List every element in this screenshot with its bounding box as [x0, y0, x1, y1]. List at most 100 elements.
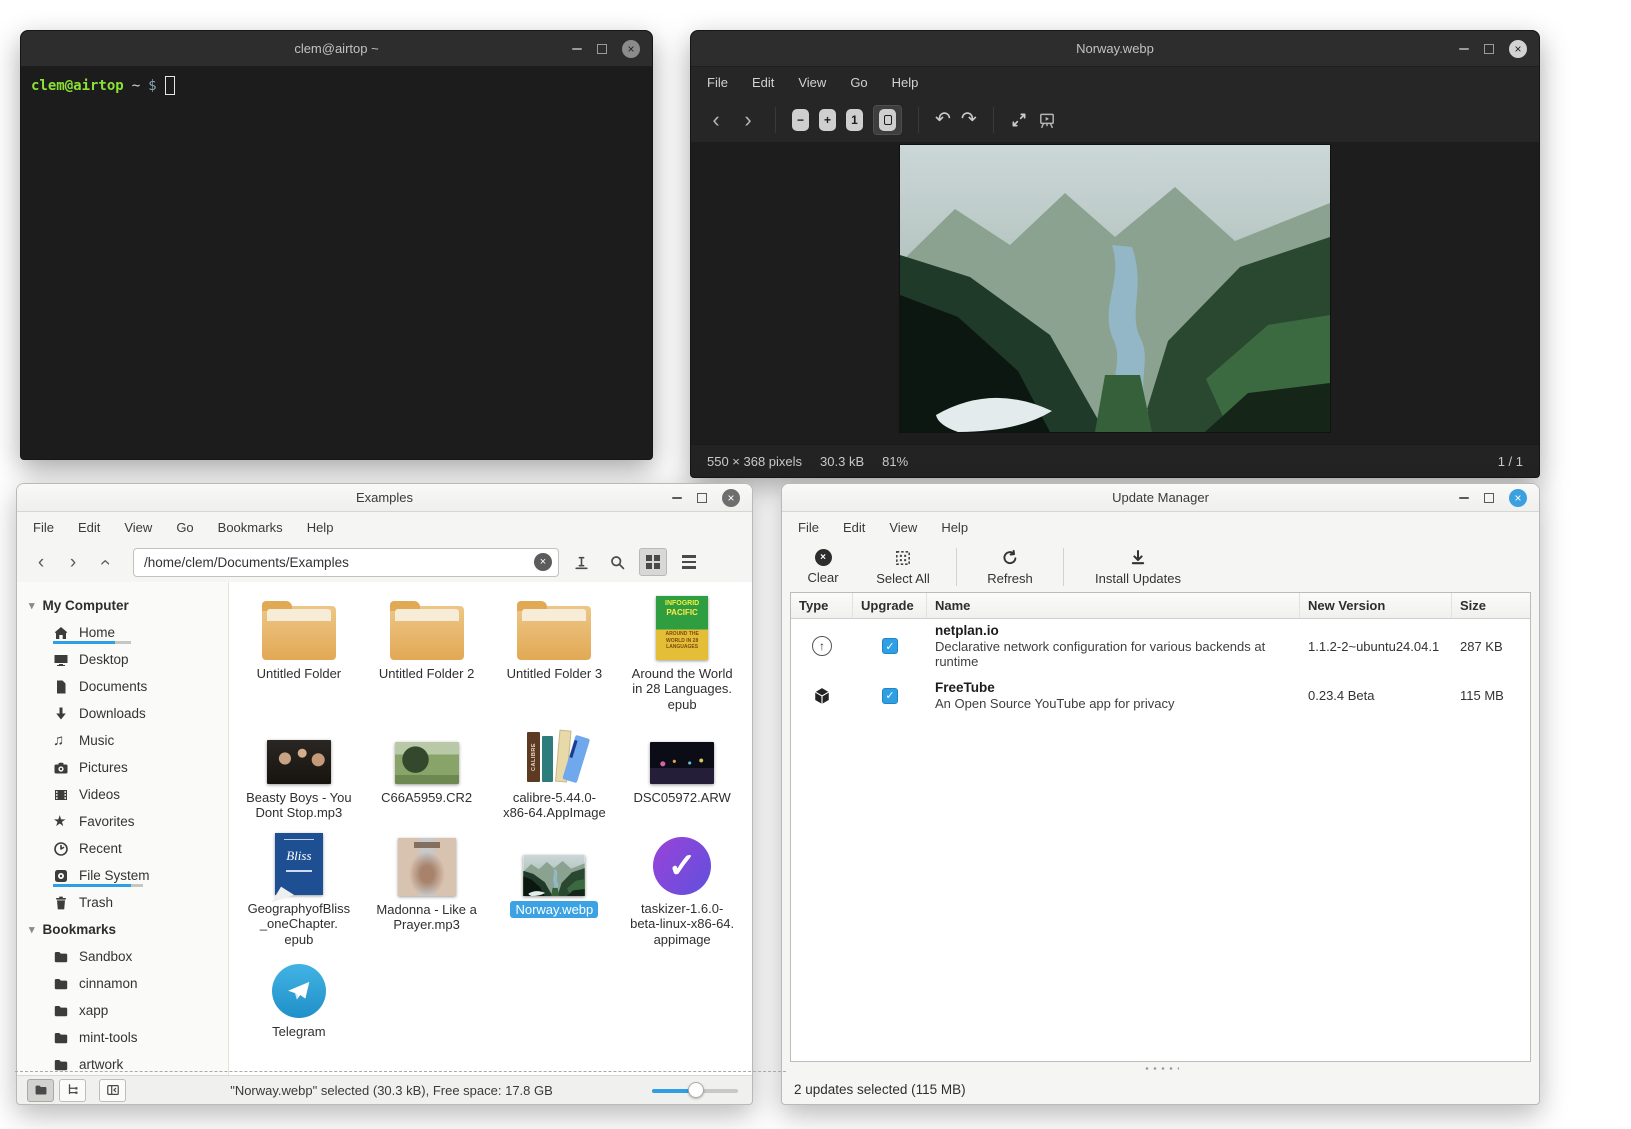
menu-view[interactable]: View [798, 75, 826, 90]
column-new-version[interactable]: New Version [1300, 593, 1452, 618]
menu-go[interactable]: Go [850, 75, 867, 90]
collapse-arrow-icon[interactable]: ▾ [29, 923, 35, 936]
close-button[interactable]: × [622, 40, 640, 58]
minimize-button[interactable] [1459, 48, 1469, 50]
upgrade-checkbox[interactable]: ✓ [882, 688, 898, 704]
sidebar-item-desktop[interactable]: Desktop [17, 646, 228, 673]
menu-file[interactable]: File [707, 75, 728, 90]
sidebar-item-cinnamon[interactable]: cinnamon [17, 970, 228, 997]
menu-file[interactable]: File [798, 520, 819, 535]
updates-titlebar[interactable]: Update Manager × [782, 484, 1539, 512]
up-button[interactable]: › [96, 550, 115, 574]
close-button[interactable]: × [1509, 40, 1527, 58]
maximize-button[interactable] [1484, 493, 1494, 503]
install-updates-button[interactable]: Install Updates [1090, 549, 1186, 586]
clear-location-icon[interactable]: × [534, 553, 552, 571]
zoom-in-button[interactable]: + [819, 109, 836, 131]
best-fit-button[interactable] [873, 105, 902, 135]
column-name[interactable]: Name [927, 593, 1300, 618]
file-item-c66a5959-cr2[interactable]: C66A5959.CR2 [363, 714, 491, 826]
minimize-button[interactable] [572, 48, 582, 50]
menu-edit[interactable]: Edit [752, 75, 774, 90]
zoom-slider[interactable] [652, 1082, 738, 1098]
file-item-calibre-appimage[interactable]: CALIBRE calibre-5.44.0- x86-64.AppImage [491, 714, 619, 826]
update-row-netplan[interactable]: ↑ ✓ netplan.io Declarative network confi… [791, 619, 1530, 673]
sidebar-item-home[interactable]: Home [17, 619, 228, 646]
menu-help[interactable]: Help [892, 75, 919, 90]
menu-edit[interactable]: Edit [78, 520, 100, 535]
sidebar-item-favorites[interactable]: ★ Favorites [17, 808, 228, 835]
rotate-right-button[interactable]: ↷ [961, 110, 977, 129]
list-view-button[interactable] [675, 548, 703, 576]
pane-resize-handle[interactable] [782, 1062, 1539, 1074]
sidebar-item-recent[interactable]: Recent [17, 835, 228, 862]
terminal-titlebar[interactable]: clem@airtop ~ × [21, 31, 652, 67]
menu-go[interactable]: Go [176, 520, 193, 535]
column-upgrade[interactable]: Upgrade [853, 593, 927, 618]
zoom-out-button[interactable]: − [792, 109, 809, 131]
maximize-button[interactable] [1484, 44, 1494, 54]
minimize-button[interactable] [672, 497, 682, 499]
file-item-taskizer-appimage[interactable]: ✓ taskizer-1.6.0- beta-linux-x86-64. app… [618, 826, 746, 948]
file-item-beasty-boys-mp3[interactable]: Beasty Boys - You Dont Stop.mp3 [235, 714, 363, 826]
sidebar-item-music[interactable]: ♫ Music [17, 727, 228, 754]
file-item-around-the-world-epub[interactable]: INFOGRID PACIFIC AROUND THE WORLD IN 28 … [618, 590, 746, 714]
collapse-arrow-icon[interactable]: ▾ [29, 599, 35, 612]
rotate-left-button[interactable]: ↶ [935, 110, 951, 129]
search-button[interactable] [603, 548, 631, 576]
menu-file[interactable]: File [33, 520, 54, 535]
select-all-button[interactable]: Select All [876, 549, 930, 586]
file-item-telegram[interactable]: Telegram [235, 948, 363, 1075]
sidebar-section-bookmarks[interactable]: ▾ Bookmarks [17, 916, 228, 943]
upgrade-checkbox[interactable]: ✓ [882, 638, 898, 654]
location-input[interactable] [133, 548, 559, 577]
back-button[interactable]: ‹ [29, 553, 53, 572]
hide-sidebar-button[interactable] [99, 1079, 126, 1102]
sidebar-item-file-system[interactable]: File System [17, 862, 228, 889]
file-item-untitled-folder[interactable]: Untitled Folder [235, 590, 363, 714]
sidebar-item-mint-tools[interactable]: mint-tools [17, 1024, 228, 1051]
sidebar-section-my-computer[interactable]: ▾ My Computer [17, 592, 228, 619]
files-titlebar[interactable]: Examples × [17, 484, 752, 512]
menu-view[interactable]: View [889, 520, 917, 535]
previous-image-button[interactable]: ‹ [705, 109, 727, 131]
maximize-button[interactable] [697, 493, 707, 503]
sidebar-item-documents[interactable]: Documents [17, 673, 228, 700]
menu-help[interactable]: Help [307, 520, 334, 535]
grid-view-button[interactable] [639, 548, 667, 576]
show-treeview-button[interactable] [59, 1079, 86, 1102]
sidebar-item-pictures[interactable]: Pictures [17, 754, 228, 781]
refresh-button[interactable]: Refresh [983, 549, 1037, 586]
menu-help[interactable]: Help [941, 520, 968, 535]
show-places-button[interactable] [27, 1079, 54, 1102]
minimize-button[interactable] [1459, 497, 1469, 499]
menu-bookmarks[interactable]: Bookmarks [218, 520, 283, 535]
sidebar-item-videos[interactable]: Videos [17, 781, 228, 808]
fullscreen-button[interactable] [1010, 111, 1028, 129]
sidebar-item-trash[interactable]: Trash [17, 889, 228, 916]
column-type[interactable]: Type [791, 593, 853, 618]
viewer-canvas[interactable] [691, 143, 1539, 444]
close-button[interactable]: × [1509, 489, 1527, 507]
forward-button[interactable]: › [61, 553, 85, 572]
slideshow-button[interactable] [1038, 111, 1056, 129]
clear-button[interactable]: × Clear [796, 549, 850, 585]
sidebar-item-downloads[interactable]: Downloads [17, 700, 228, 727]
toggle-location-entry-button[interactable] [567, 548, 595, 576]
zoom-normal-button[interactable]: 1 [846, 109, 863, 131]
close-button[interactable]: × [722, 489, 740, 507]
file-item-untitled-folder-3[interactable]: Untitled Folder 3 [491, 590, 619, 714]
next-image-button[interactable]: › [737, 109, 759, 131]
file-item-norway-webp[interactable]: Norway.webp [491, 826, 619, 948]
terminal-output[interactable]: clem@airtop~$ [21, 67, 652, 459]
update-row-freetube[interactable]: ✓ FreeTube An Open Source YouTube app fo… [791, 673, 1530, 718]
sidebar-item-sandbox[interactable]: Sandbox [17, 943, 228, 970]
maximize-button[interactable] [597, 44, 607, 54]
sidebar-item-xapp[interactable]: xapp [17, 997, 228, 1024]
menu-edit[interactable]: Edit [843, 520, 865, 535]
viewer-titlebar[interactable]: Norway.webp × [691, 31, 1539, 67]
slider-handle[interactable] [688, 1082, 704, 1098]
file-item-geography-of-bliss-epub[interactable]: Bliss GeographyofBliss _oneChapter. epub [235, 826, 363, 948]
menu-view[interactable]: View [124, 520, 152, 535]
file-item-dsc05972-arw[interactable]: DSC05972.ARW [618, 714, 746, 826]
